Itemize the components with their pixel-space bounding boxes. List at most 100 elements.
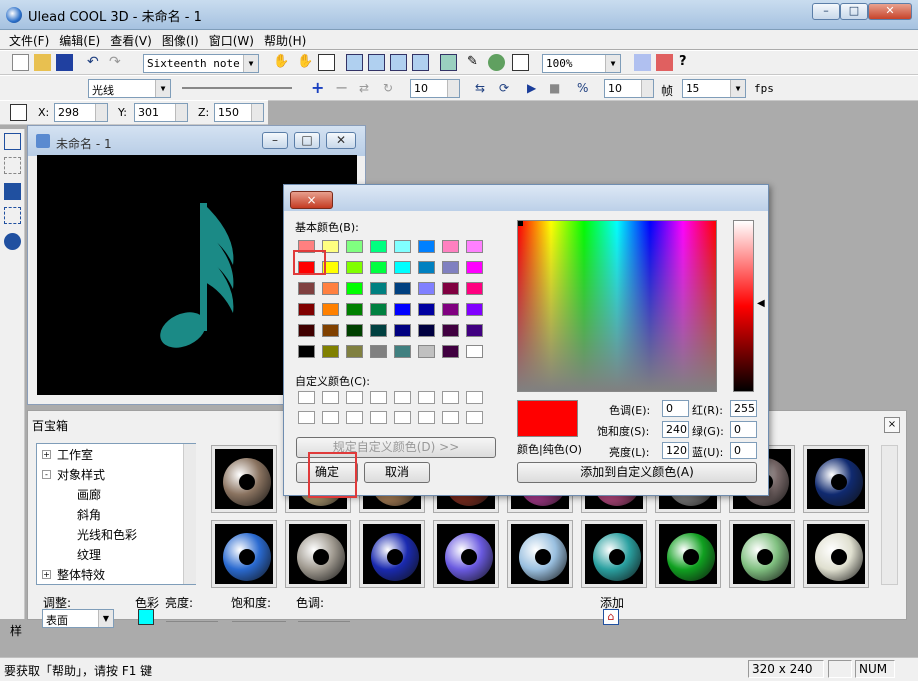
style-thumbnail[interactable] xyxy=(803,445,869,513)
custom-color-swatch[interactable] xyxy=(322,391,339,404)
basic-color-swatch[interactable] xyxy=(346,345,363,358)
side-tab[interactable]: 样 xyxy=(10,622,22,639)
custom-color-swatch[interactable] xyxy=(394,391,411,404)
basic-color-swatch[interactable] xyxy=(394,345,411,358)
stop-icon[interactable]: ■ xyxy=(548,80,565,97)
basic-color-swatch[interactable] xyxy=(298,303,315,316)
add-keyframe-icon[interactable]: + xyxy=(310,80,327,97)
objects-icon[interactable] xyxy=(656,54,673,71)
custom-color-swatch[interactable] xyxy=(298,411,315,424)
basic-color-swatch[interactable] xyxy=(346,261,363,274)
basic-color-swatch[interactable] xyxy=(370,240,387,253)
basic-color-swatch[interactable] xyxy=(298,345,315,358)
cancel-button[interactable]: 取消 xyxy=(364,462,430,483)
undo-icon[interactable]: ↶ xyxy=(86,54,103,71)
context-help-icon[interactable]: ? xyxy=(678,54,695,71)
basic-color-swatch[interactable] xyxy=(418,282,435,295)
saturation-slider[interactable] xyxy=(232,614,286,622)
z-field[interactable]: 150 xyxy=(214,103,264,122)
basic-color-swatch[interactable] xyxy=(322,282,339,295)
basic-color-swatch[interactable] xyxy=(346,324,363,337)
hue-saturation-spectrum[interactable] xyxy=(517,220,717,392)
green-field[interactable]: 0 xyxy=(730,421,757,438)
basic-color-swatch[interactable] xyxy=(346,240,363,253)
menu-image[interactable]: 图像(I) xyxy=(157,30,204,49)
brightness-slider[interactable] xyxy=(166,614,218,622)
basic-color-swatch[interactable] xyxy=(466,240,483,253)
tree-item-gallery[interactable]: 画廊 xyxy=(77,486,101,503)
font-select[interactable]: Sixteenth note ▼ xyxy=(143,54,259,73)
custom-color-swatch[interactable] xyxy=(442,391,459,404)
view-bottom-icon[interactable] xyxy=(440,54,457,71)
custom-color-swatch[interactable] xyxy=(370,411,387,424)
expand-icon[interactable]: + xyxy=(42,450,51,459)
adjust-select[interactable]: 表面 ▼ xyxy=(42,609,114,628)
expand-icon[interactable]: + xyxy=(42,570,51,579)
doc-minimize-button[interactable]: – xyxy=(262,132,288,149)
collapse-icon[interactable]: - xyxy=(42,470,51,479)
basic-color-swatch[interactable] xyxy=(466,261,483,274)
dialog-close-button[interactable]: × xyxy=(290,191,333,209)
red-field[interactable]: 255 xyxy=(730,400,757,417)
style-thumbnail[interactable] xyxy=(211,520,277,588)
hand-icon[interactable]: ✋ xyxy=(272,54,289,71)
view-back-icon[interactable] xyxy=(412,54,429,71)
style-thumbnail[interactable] xyxy=(359,520,425,588)
edit-text-icon[interactable] xyxy=(4,157,21,174)
tree-item-bevel[interactable]: 斜角 xyxy=(77,506,101,523)
timeline-slider[interactable] xyxy=(182,79,292,98)
tree-item-global-effects[interactable]: 整体特效 xyxy=(57,566,105,583)
style-thumbnail[interactable] xyxy=(729,520,795,588)
custom-color-swatch[interactable] xyxy=(442,411,459,424)
basic-color-swatch[interactable] xyxy=(370,303,387,316)
hue-slider[interactable] xyxy=(298,614,350,622)
basic-color-swatch[interactable] xyxy=(322,345,339,358)
position-icon[interactable] xyxy=(10,104,27,121)
basic-color-swatch[interactable] xyxy=(466,282,483,295)
basic-color-swatch[interactable] xyxy=(442,282,459,295)
basic-color-swatch[interactable] xyxy=(370,345,387,358)
basic-color-swatch[interactable] xyxy=(418,345,435,358)
attribute-select[interactable]: 光线 ▼ xyxy=(88,79,171,98)
new-file-icon[interactable] xyxy=(12,54,29,71)
basic-color-swatch[interactable] xyxy=(394,303,411,316)
paint-icon[interactable]: ✎ xyxy=(466,54,483,71)
doc-close-button[interactable]: ✕ xyxy=(326,132,356,149)
basic-color-swatch[interactable] xyxy=(346,303,363,316)
style-thumbnail[interactable] xyxy=(507,520,573,588)
basic-color-swatch[interactable] xyxy=(298,324,315,337)
reverse-icon[interactable]: ⇄ xyxy=(358,80,375,97)
basic-color-swatch[interactable] xyxy=(370,324,387,337)
sat-field[interactable]: 240 xyxy=(662,421,689,438)
style-thumbnail[interactable] xyxy=(211,445,277,513)
style-thumbnail[interactable] xyxy=(803,520,869,588)
basic-color-swatch[interactable] xyxy=(442,240,459,253)
smooth-icon[interactable]: % xyxy=(576,80,593,97)
select-object-icon[interactable] xyxy=(318,54,335,71)
style-thumbnail[interactable] xyxy=(285,520,351,588)
tree-item-texture[interactable]: 纹理 xyxy=(77,546,101,563)
thumbnails-scrollbar[interactable] xyxy=(881,445,898,585)
maximize-button[interactable]: □ xyxy=(840,3,868,20)
view-side-icon[interactable] xyxy=(390,54,407,71)
menu-window[interactable]: 窗口(W) xyxy=(204,30,259,49)
zoom-select[interactable]: 100% ▼ xyxy=(542,54,621,73)
basic-color-swatch[interactable] xyxy=(370,261,387,274)
swap-icon[interactable]: ⇆ xyxy=(474,80,491,97)
keyframe-value-field[interactable]: 10 xyxy=(410,79,460,98)
chart-icon[interactable] xyxy=(512,54,529,71)
edit-graphic-icon[interactable] xyxy=(4,207,21,224)
globe-icon[interactable] xyxy=(488,54,505,71)
blue-field[interactable]: 0 xyxy=(730,442,757,459)
style-thumbnail[interactable] xyxy=(581,520,647,588)
close-button[interactable]: ✕ xyxy=(868,3,912,20)
custom-color-swatch[interactable] xyxy=(418,391,435,404)
add-to-palette-icon[interactable]: ⌂ xyxy=(603,609,619,625)
basic-color-swatch[interactable] xyxy=(346,282,363,295)
tree-item-studio[interactable]: 工作室 xyxy=(57,446,93,463)
custom-color-swatch[interactable] xyxy=(346,411,363,424)
basic-color-swatch[interactable] xyxy=(466,324,483,337)
custom-color-swatch[interactable] xyxy=(370,391,387,404)
custom-color-swatch[interactable] xyxy=(346,391,363,404)
loop-icon[interactable]: ↻ xyxy=(382,80,399,97)
